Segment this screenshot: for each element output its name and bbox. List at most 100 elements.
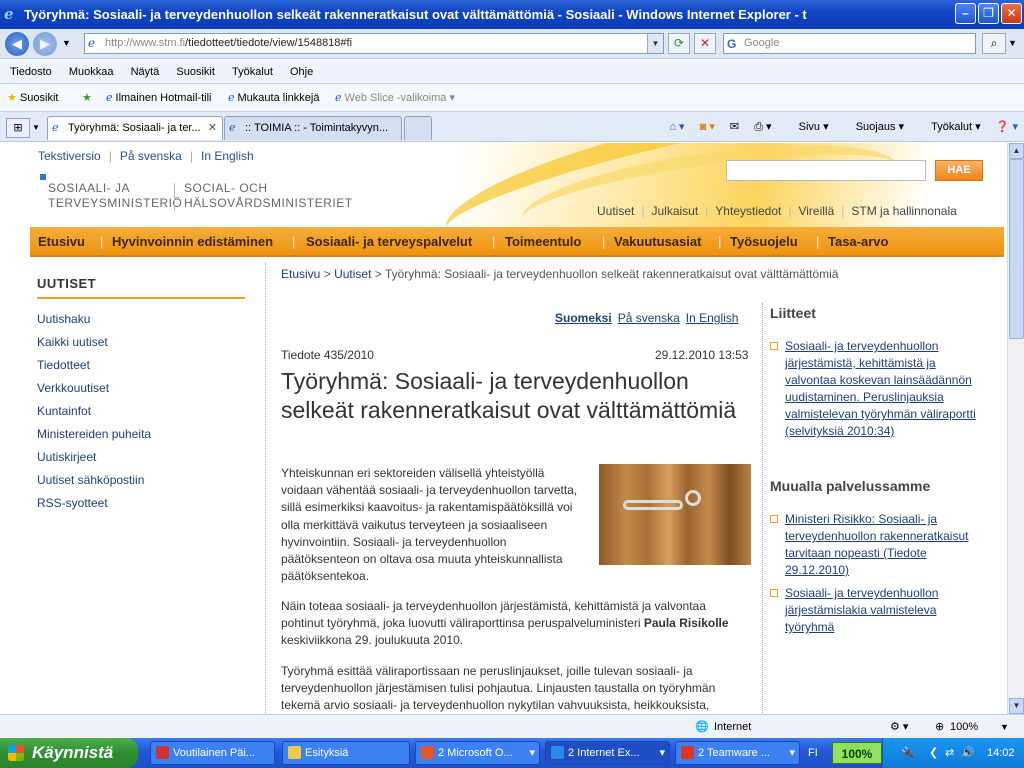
volume-icon[interactable]: 🔊	[961, 738, 975, 768]
left-nav-item[interactable]: Uutiset sähköpostiin	[37, 469, 245, 492]
search-box[interactable]: G Google	[723, 33, 976, 54]
windows-flag-icon	[8, 745, 24, 761]
left-nav-item[interactable]: Kaikki uutiset	[37, 331, 245, 354]
scroll-up-icon[interactable]: ▲	[1009, 143, 1024, 159]
text-version-link[interactable]: Tekstiversio	[38, 149, 101, 163]
home-icon[interactable]: ⌂ ▾	[669, 121, 684, 133]
power-icon[interactable]: 🔌	[901, 738, 915, 768]
search-go-button[interactable]: ⌕	[982, 33, 1006, 54]
back-button[interactable]: ◀	[5, 32, 29, 56]
breadcrumb-news[interactable]: Uutiset	[334, 267, 371, 281]
swedish-link[interactable]: På svenska	[120, 149, 182, 163]
left-nav-item[interactable]: Verkkouutiset	[37, 377, 245, 400]
menu-file[interactable]: Tiedosto	[10, 66, 52, 78]
feeds-icon[interactable]: ◙ ▾	[700, 121, 715, 133]
nav-tasa-arvo[interactable]: Tasa-arvo	[828, 227, 888, 257]
top-link-julkaisut[interactable]: Julkaisut	[651, 204, 698, 218]
clock[interactable]: 14:02	[987, 738, 1015, 768]
left-nav-item[interactable]: Uutishaku	[37, 308, 245, 331]
tray-arrow-icon[interactable]: ❮	[929, 738, 938, 768]
top-link-vireilla[interactable]: Vireillä	[798, 204, 834, 218]
protected-mode-icon[interactable]: ⚙ ▾	[890, 715, 908, 739]
fav-web-slice[interactable]: e Web Slice -valikoima ▾	[335, 84, 455, 112]
nav-hyvinvointi[interactable]: Hyvinvoinnin edistäminen	[112, 227, 273, 257]
task-office[interactable]: 2 Microsoft O... ▾	[415, 741, 540, 765]
left-nav-item[interactable]: Uutiskirjeet	[37, 446, 245, 469]
address-input[interactable]: e http://www.stm.fi/tiedotteet/tiedote/v…	[84, 33, 664, 54]
page-menu[interactable]: Sivu ▾	[787, 121, 829, 133]
search-options-icon[interactable]: ▼	[1008, 38, 1017, 48]
menu-tools[interactable]: Työkalut	[232, 66, 273, 78]
left-nav-item[interactable]: Tiedotteet	[37, 354, 245, 377]
tab-active[interactable]: e Työryhmä: Sosiaali- ja ter... ✕	[47, 116, 223, 140]
menu-help[interactable]: Ohje	[290, 66, 313, 78]
mail-icon[interactable]: ✉	[730, 121, 739, 133]
task-folder[interactable]: Esityksiä	[282, 741, 410, 765]
stop-button[interactable]: ✕	[694, 33, 716, 54]
nav-vakuutusasiat[interactable]: Vakuutusasiat	[614, 227, 701, 257]
top-link-stm[interactable]: STM ja hallinnonala	[851, 204, 956, 218]
minimize-button[interactable]: –	[955, 3, 976, 24]
refresh-button[interactable]: ⟳	[668, 33, 690, 54]
task-outlook-item[interactable]: Voutilainen Päi...	[150, 741, 275, 765]
elsewhere-heading: Muualla palvelussamme	[770, 478, 931, 494]
ie-page-icon: e	[52, 121, 59, 134]
article-lang-sv[interactable]: På svenska	[618, 311, 680, 325]
task-ie[interactable]: 2 Internet Ex... ▾	[545, 741, 670, 765]
article-lang-en[interactable]: In English	[686, 311, 739, 325]
input-language[interactable]: FI	[808, 738, 818, 768]
print-icon[interactable]: ⎙ ▾	[754, 121, 771, 133]
menu-edit[interactable]: Muokkaa	[69, 66, 114, 78]
maximize-button[interactable]: ❐	[978, 3, 999, 24]
fav-custom-links[interactable]: e Mukauta linkkejä	[228, 84, 319, 112]
article-lang-fi[interactable]: Suomeksi	[555, 311, 612, 325]
safety-menu[interactable]: Suojaus ▾	[844, 121, 904, 133]
new-tab-button[interactable]	[404, 116, 432, 140]
zoom-icon[interactable]: ⊕	[935, 715, 944, 739]
attachment-link[interactable]: Sosiaali- ja terveydenhuollon järjestämi…	[770, 338, 980, 440]
address-dropdown-icon[interactable]: ▼	[647, 34, 663, 53]
tab-list-dropdown-icon[interactable]: ▼	[32, 118, 44, 138]
close-window-button[interactable]: ✕	[1001, 3, 1022, 24]
zoom-level[interactable]: 100%	[950, 715, 978, 739]
top-link-uutiset[interactable]: Uutiset	[597, 204, 634, 218]
history-dropdown-icon[interactable]: ▼	[62, 38, 71, 48]
tab-toimia[interactable]: e :: TOIMIA :: - Toimintakyvyn...	[224, 116, 402, 140]
url-path: /tiedotteet/tiedote/view/1548818#fi	[185, 37, 353, 49]
menu-view[interactable]: Näytä	[131, 66, 160, 78]
vertical-scrollbar[interactable]: ▲ ▼	[1007, 143, 1024, 714]
close-tab-icon[interactable]: ✕	[208, 117, 217, 139]
zoom-dropdown-icon[interactable]: ▼	[1000, 715, 1009, 739]
add-favorite-icon[interactable]: ★	[82, 84, 92, 112]
left-nav-item[interactable]: Kuntainfot	[37, 400, 245, 423]
logo-finnish[interactable]: SOSIAALI- JA TERVEYSMINISTERIÖ	[48, 181, 182, 211]
scroll-down-icon[interactable]: ▼	[1009, 698, 1024, 714]
related-link[interactable]: Ministeri Risikko: Sosiaali- ja terveyde…	[770, 511, 980, 579]
nav-toimeentulo[interactable]: Toimeentulo	[505, 227, 581, 257]
site-search-button[interactable]: HAE	[935, 160, 983, 181]
menu-favorites[interactable]: Suosikit	[176, 66, 215, 78]
task-teamware[interactable]: 2 Teamware ... ▾	[675, 741, 800, 765]
top-link-yhteystiedot[interactable]: Yhteystiedot	[715, 204, 781, 218]
scroll-thumb[interactable]	[1009, 159, 1024, 339]
breadcrumb-current: Työryhmä: Sosiaali- ja terveydenhuollon …	[384, 267, 839, 281]
favorites-button[interactable]: ★ Suosikit	[7, 84, 58, 112]
quick-tabs-icon[interactable]: ⊞	[6, 118, 30, 138]
nav-etusivu[interactable]: Etusivu	[38, 227, 85, 257]
left-nav-item[interactable]: Ministereiden puheita	[37, 423, 245, 446]
logo-swedish[interactable]: SOCIAL- OCH HÄLSOVÅRDSMINISTERIET	[184, 181, 353, 211]
related-link[interactable]: Sosiaali- ja terveydenhuollon järjestämi…	[770, 585, 980, 636]
fav-hotmail[interactable]: e Ilmainen Hotmail-tili	[106, 84, 212, 112]
left-nav-item[interactable]: RSS-syotteet	[37, 492, 245, 515]
start-button[interactable]: Käynnistä	[0, 738, 138, 768]
nav-tyosuojelu[interactable]: Työsuojelu	[730, 227, 798, 257]
site-search-input[interactable]	[726, 160, 926, 181]
network-icon[interactable]: ⇄	[945, 738, 954, 768]
zoom-tray-indicator[interactable]: 100%	[832, 742, 882, 764]
english-link[interactable]: In English	[201, 149, 254, 163]
tools-menu[interactable]: Työkalut ▾	[919, 121, 981, 133]
help-icon[interactable]: ❓ ▾	[996, 121, 1018, 133]
forward-button[interactable]: ▶	[33, 32, 57, 56]
nav-palvelut[interactable]: Sosiaali- ja terveyspalvelut	[306, 227, 472, 257]
breadcrumb-home[interactable]: Etusivu	[281, 267, 320, 281]
